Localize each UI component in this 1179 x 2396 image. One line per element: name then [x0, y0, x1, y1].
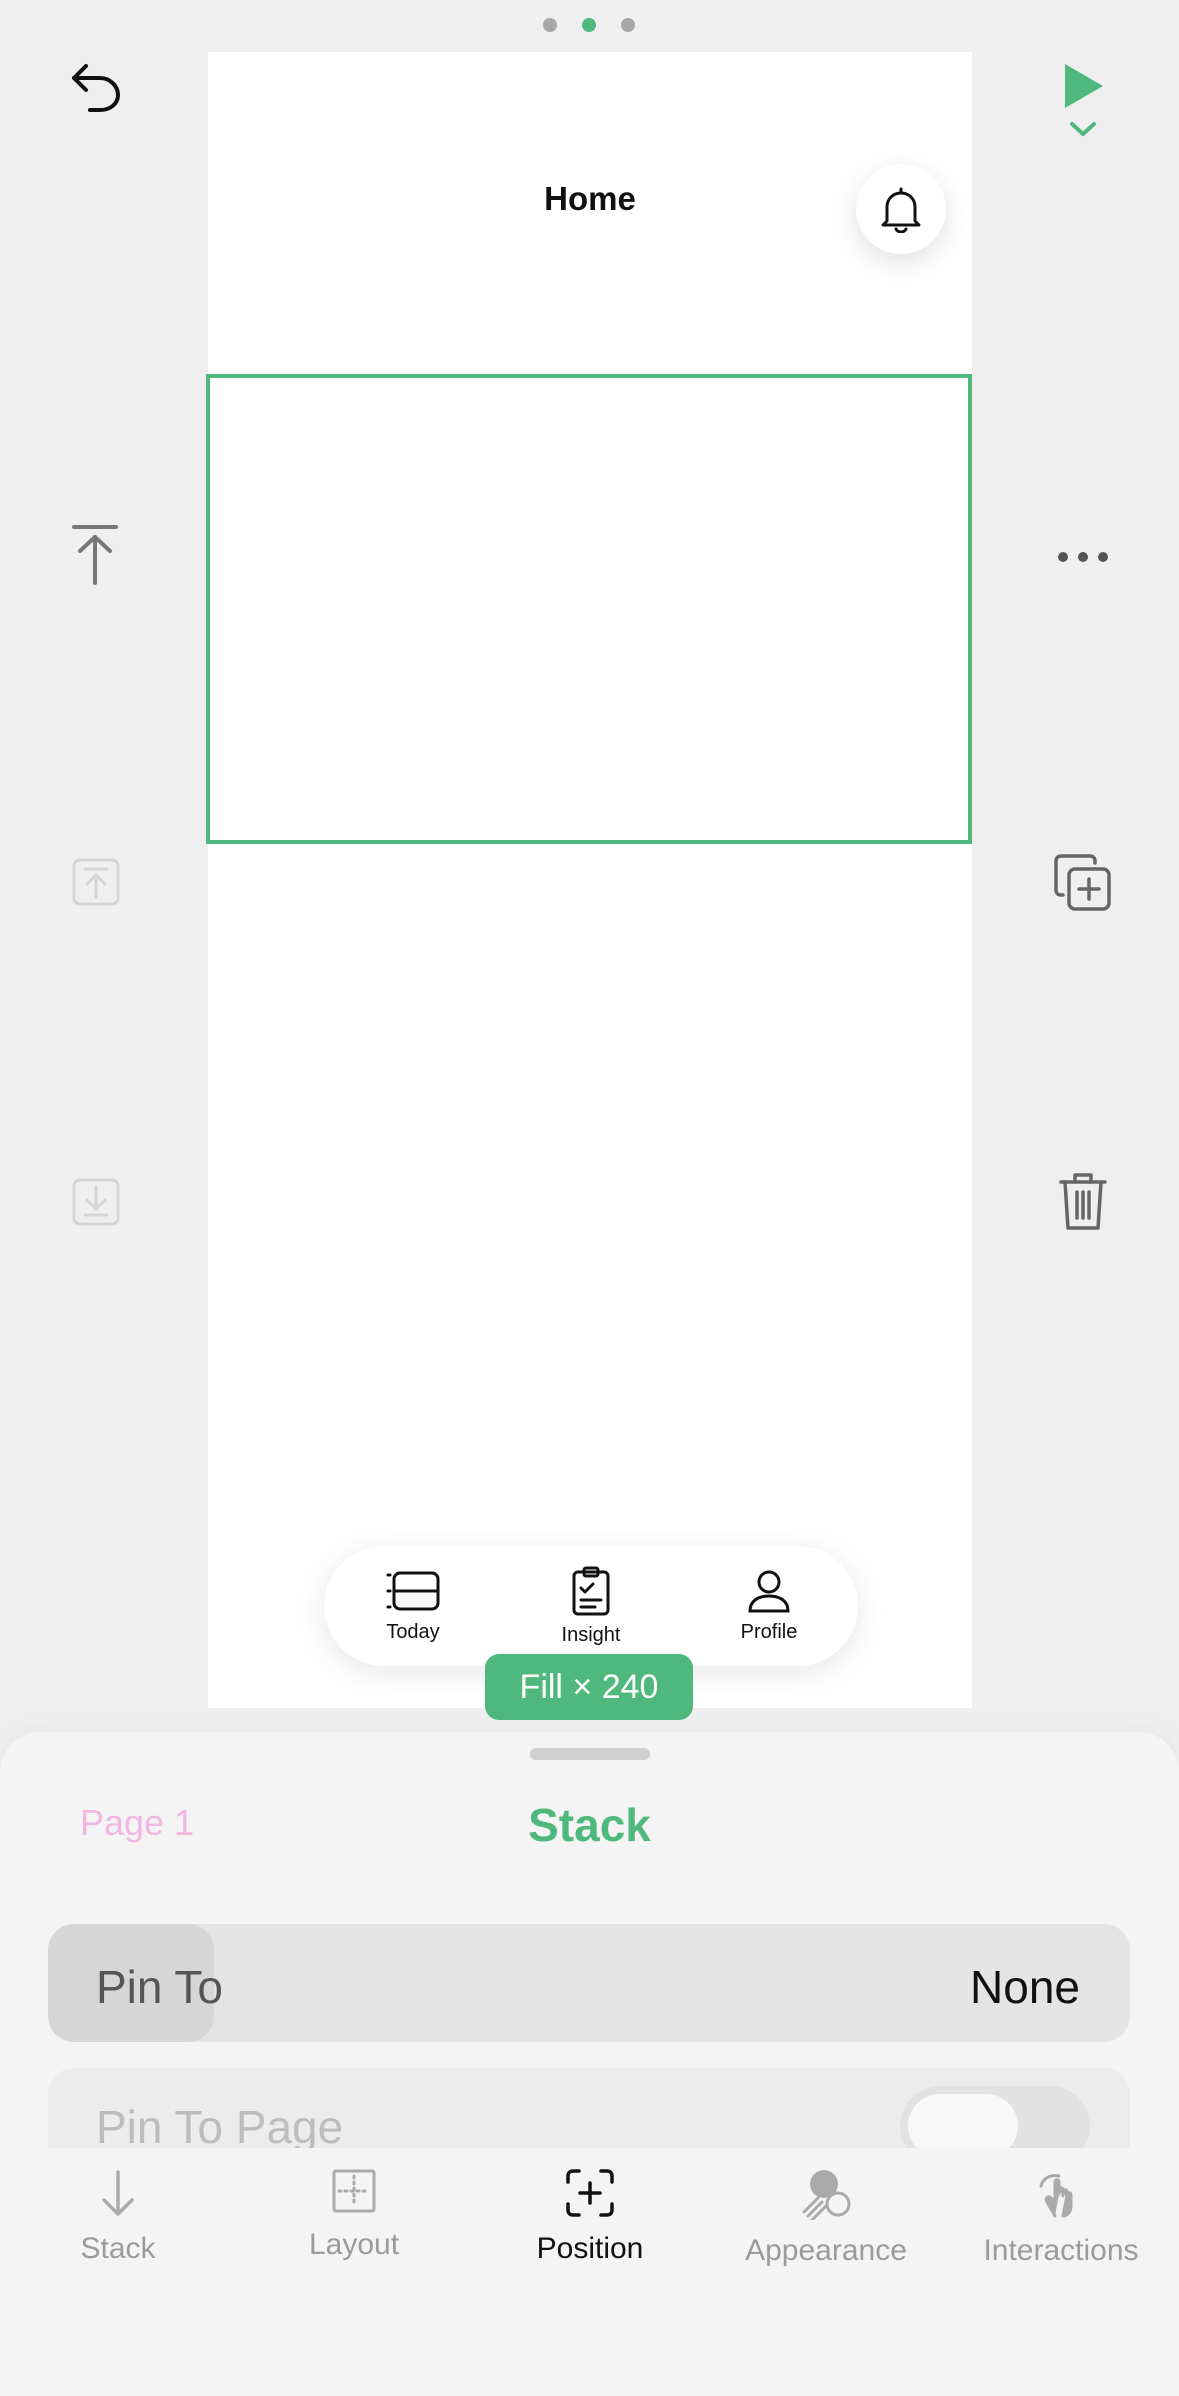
box-arrow-down-icon: [72, 1178, 120, 1226]
sheet-grabber[interactable]: [530, 1748, 650, 1760]
pin-to-page-row: Pin To Page: [48, 2068, 1130, 2158]
tab-profile-label: Profile: [740, 1620, 798, 1643]
tab-insight-label: Insight: [561, 1623, 621, 1646]
move-down-button[interactable]: [66, 1172, 126, 1232]
clipboard-check-icon: [572, 1566, 610, 1615]
person-icon: [748, 1570, 790, 1612]
position-plus-icon: [566, 2169, 614, 2217]
move-to-top-button[interactable]: [60, 520, 130, 590]
page-dot-2[interactable]: [582, 18, 596, 32]
app-tab-bar: Today Insight Profile: [324, 1546, 858, 1666]
tab-insight[interactable]: Insight: [521, 1566, 661, 1647]
box-arrow-up-icon: [72, 858, 120, 906]
nav-appearance-label: Appearance: [745, 2234, 907, 2267]
arrow-up-to-line-icon: [72, 525, 118, 585]
today-list-icon: [386, 1571, 440, 1610]
page-dot-3[interactable]: [621, 18, 635, 32]
delete-button[interactable]: [1050, 1166, 1116, 1236]
pin-to-select[interactable]: Pin To None: [48, 1924, 1130, 2042]
nav-stack[interactable]: Stack: [0, 2168, 236, 2266]
pin-to-label: Pin To: [96, 1961, 224, 2013]
sheet-title: Stack: [528, 1799, 651, 1851]
pin-to-page-label: Pin To Page: [96, 2101, 344, 2153]
duplicate-button[interactable]: [1050, 850, 1116, 916]
duplicate-plus-icon: [1054, 854, 1111, 911]
layout-grid-icon: [332, 2169, 376, 2213]
undo-button[interactable]: [60, 50, 130, 120]
undo-icon: [72, 64, 120, 112]
more-dots-icon: [1058, 552, 1108, 562]
nav-layout-label: Layout: [308, 2228, 400, 2261]
tab-profile[interactable]: Profile: [699, 1569, 839, 1644]
nav-appearance[interactable]: Appearance: [708, 2168, 944, 2268]
nav-position[interactable]: Position: [472, 2168, 708, 2266]
trash-icon: [1059, 1173, 1107, 1230]
play-button[interactable]: [1050, 50, 1116, 150]
tab-today-label: Today: [386, 1620, 440, 1643]
play-icon: [1065, 64, 1103, 108]
appearance-shapes-icon: [802, 2170, 851, 2220]
selected-stack-frame[interactable]: [206, 374, 972, 844]
nav-stack-label: Stack: [80, 2232, 156, 2265]
size-badge: Fill × 240: [485, 1654, 693, 1720]
tap-hand-icon: [1039, 2174, 1073, 2218]
more-options-button[interactable]: [1050, 532, 1116, 582]
page-dot-1[interactable]: [543, 18, 557, 32]
nav-interactions[interactable]: Interactions: [943, 2168, 1179, 2268]
chevron-down-icon: [1070, 122, 1096, 136]
arrow-down-icon: [102, 2170, 134, 2216]
move-up-button[interactable]: [66, 852, 126, 912]
inspector-tab-bar: Stack Layout Position Appearance Interac…: [0, 2148, 1179, 2396]
tab-today[interactable]: Today: [343, 1569, 483, 1644]
nav-position-label: Position: [536, 2232, 644, 2265]
pin-to-value: None: [970, 1961, 1080, 2013]
bell-icon: [881, 187, 921, 233]
notification-button[interactable]: [856, 164, 946, 254]
nav-interactions-label: Interactions: [983, 2234, 1139, 2267]
page-canvas[interactable]: Home: [208, 52, 972, 1708]
nav-layout[interactable]: Layout: [236, 2168, 472, 2262]
